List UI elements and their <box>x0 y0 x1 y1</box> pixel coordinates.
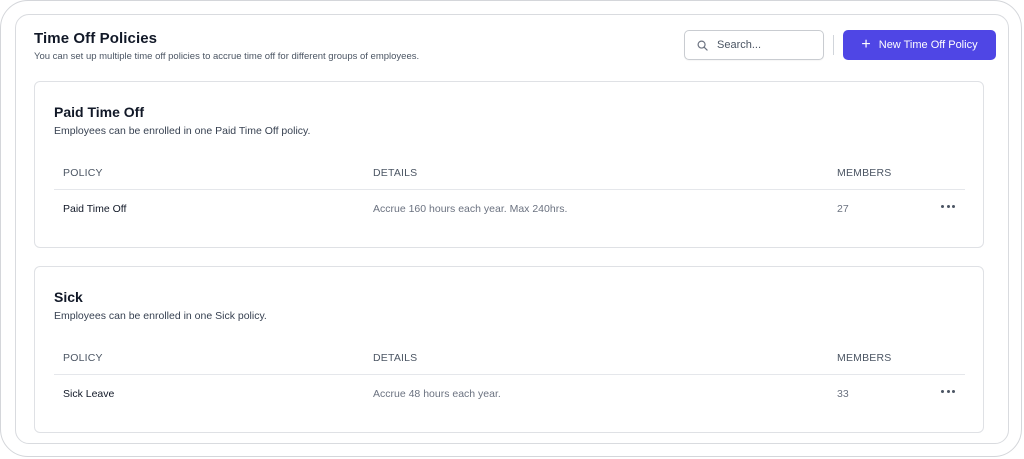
table-header-divider <box>54 374 965 375</box>
section-description: Employees can be enrolled in one Sick po… <box>54 310 267 322</box>
table-header-divider <box>54 189 965 190</box>
column-header-members: MEMBERS <box>837 352 892 364</box>
more-horizontal-icon[interactable] <box>941 199 955 213</box>
new-time-off-policy-label: New Time Off Policy <box>878 39 978 51</box>
column-header-members: MEMBERS <box>837 167 892 179</box>
search-box[interactable] <box>684 30 824 60</box>
policy-section-sick: Sick Employees can be enrolled in one Si… <box>34 266 984 433</box>
column-header-policy: POLICY <box>63 352 103 364</box>
column-header-policy: POLICY <box>63 167 103 179</box>
plus-icon: + <box>861 35 871 53</box>
search-icon <box>697 40 708 51</box>
policy-details: Accrue 160 hours each year. Max 240hrs. <box>373 203 568 215</box>
toolbar-divider <box>833 35 834 55</box>
more-horizontal-icon[interactable] <box>941 384 955 398</box>
new-time-off-policy-button[interactable]: + New Time Off Policy <box>843 30 996 60</box>
search-input[interactable] <box>717 39 813 51</box>
column-header-details: DETAILS <box>373 167 418 179</box>
policy-name[interactable]: Paid Time Off <box>63 203 126 215</box>
page-subtitle: You can set up multiple time off policie… <box>34 51 420 62</box>
policy-section-paid-time-off: Paid Time Off Employees can be enrolled … <box>34 81 984 248</box>
section-title: Paid Time Off <box>54 104 144 120</box>
page-title: Time Off Policies <box>34 30 158 47</box>
section-description: Employees can be enrolled in one Paid Ti… <box>54 125 311 137</box>
policy-name[interactable]: Sick Leave <box>63 388 114 400</box>
policy-members-count: 27 <box>837 203 849 215</box>
policy-details: Accrue 48 hours each year. <box>373 388 501 400</box>
column-header-details: DETAILS <box>373 352 418 364</box>
policy-members-count: 33 <box>837 388 849 400</box>
section-title: Sick <box>54 289 83 305</box>
